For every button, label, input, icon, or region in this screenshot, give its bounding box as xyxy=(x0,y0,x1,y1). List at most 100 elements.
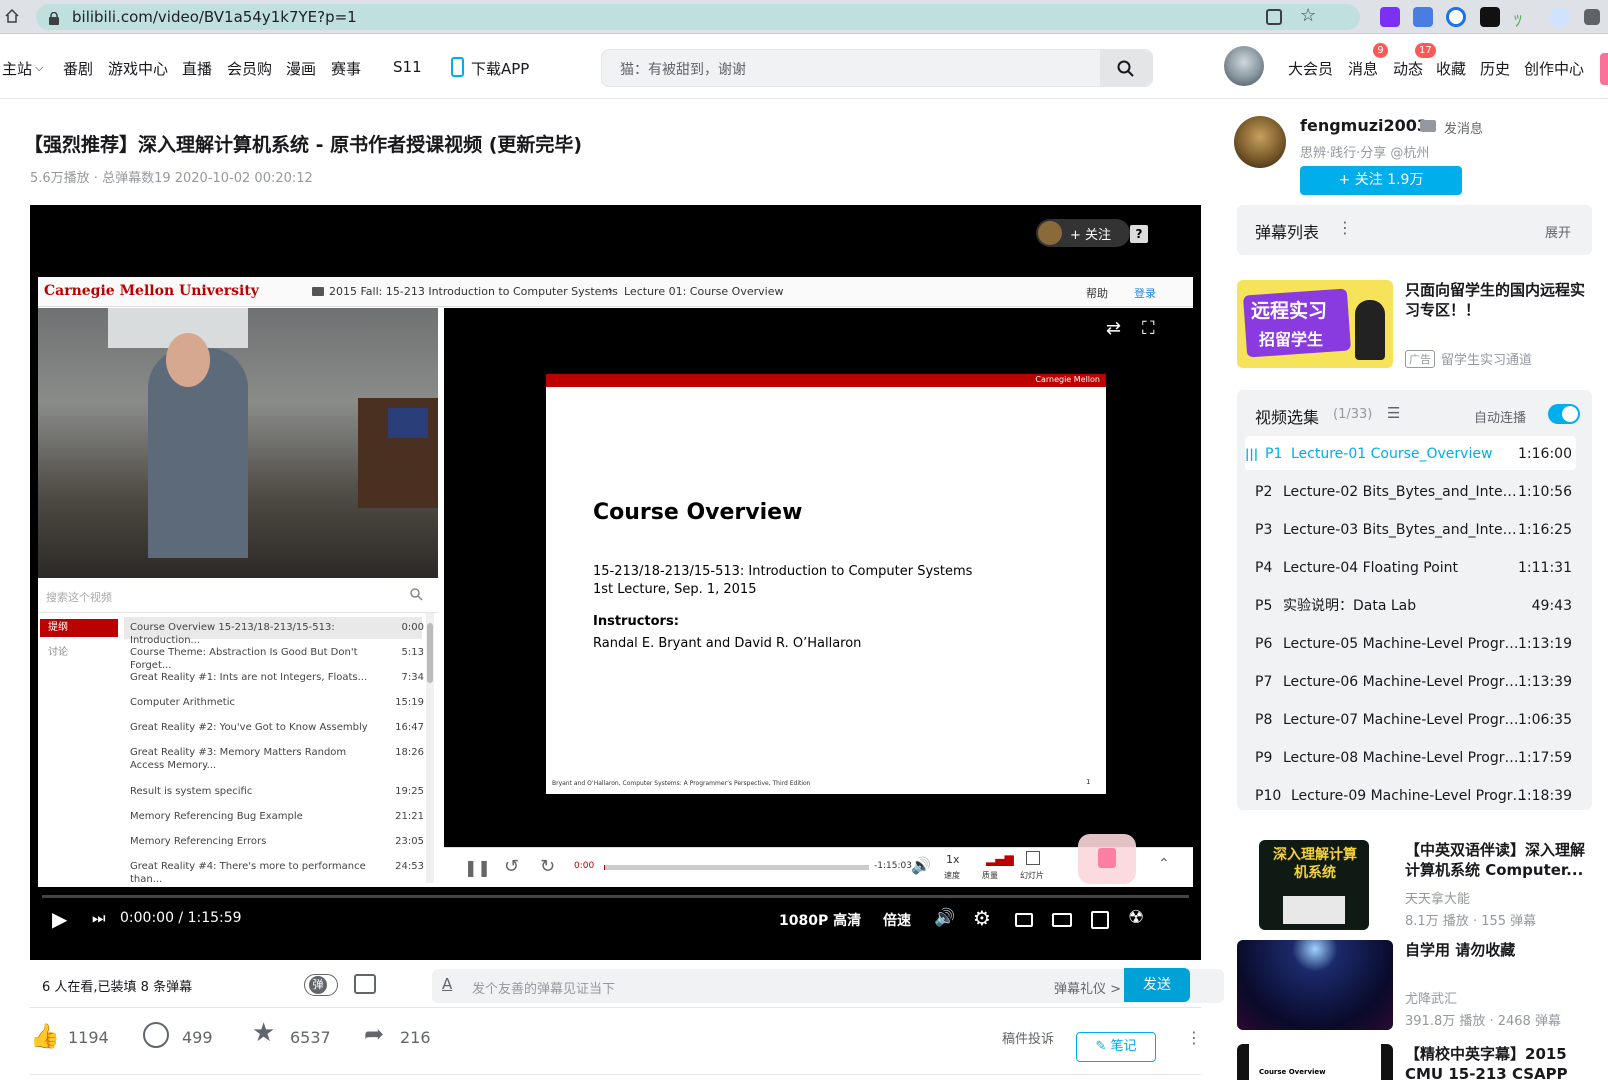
episode-item[interactable]: ||| P1 Lecture-01 Course_Overview 1:16:00 xyxy=(1245,436,1582,472)
nav-history[interactable]: 历史 xyxy=(1480,58,1510,79)
nav-item-mall[interactable]: 会员购 xyxy=(227,58,272,79)
ad-card[interactable]: 远程实习 招留学生 只面向留学生的国内远程实习专区！！ 广告 留学生实习通道 xyxy=(1237,280,1592,380)
address-bar[interactable]: bilibili.com/video/BV1a54y1k7YE?p=1 ☆ xyxy=(36,4,1360,30)
episode-item[interactable]: P8 Lecture-07 Machine-Level Program... 1:0… xyxy=(1247,702,1582,738)
extension-icon[interactable]: ﾂ xyxy=(1514,7,1534,30)
recommendation-card[interactable]: Course Overview 【精校中英字幕】2015 CMU 15-213 … xyxy=(1237,1044,1592,1080)
danmaku-toggle[interactable]: 弹 xyxy=(304,974,338,996)
episode-item[interactable]: P2 Lecture-02 Bits_Bytes_and_Integers 1:10… xyxy=(1247,474,1582,510)
danmaku-input[interactable]: 发个友善的弹幕见证当下 xyxy=(472,978,615,997)
uploader-name[interactable]: fengmuzi2003 xyxy=(1300,116,1428,135)
episode-item[interactable]: P5 实验说明：Data Lab 49:43 xyxy=(1247,588,1582,624)
volume-icon[interactable]: 🔊 xyxy=(934,908,955,928)
upload-button[interactable] xyxy=(1600,53,1608,85)
index-item[interactable]: Memory Referencing Errors 23:05 xyxy=(130,835,430,848)
extension-icon[interactable] xyxy=(1550,7,1570,27)
danmaku-settings-icon[interactable] xyxy=(354,974,376,994)
more-vertical-icon[interactable]: ⋮ xyxy=(1337,218,1353,237)
nav-download-app[interactable]: 下载APP xyxy=(471,58,529,79)
nav-item-s11[interactable]: S11 xyxy=(393,58,422,76)
next-episode-icon[interactable]: ⏭ xyxy=(92,909,106,927)
login-link[interactable]: 登录 xyxy=(1134,285,1156,301)
nav-creator-center[interactable]: 创作中心 xyxy=(1524,58,1584,79)
follow-button[interactable]: + 关注 1.9万 xyxy=(1300,166,1462,195)
speed-selector[interactable]: 倍速 xyxy=(883,910,911,930)
help-icon[interactable]: ? xyxy=(1130,225,1148,243)
pause-icon[interactable]: ❚❚ xyxy=(464,858,491,877)
autoplay-toggle[interactable] xyxy=(1548,404,1580,424)
nav-home[interactable]: 主站 xyxy=(2,58,32,79)
danmaku-list-header[interactable]: 弹幕列表 ⋮ 展开 xyxy=(1237,205,1592,255)
widescreen-icon[interactable] xyxy=(1052,913,1072,927)
web-fullscreen-icon[interactable] xyxy=(1091,911,1109,929)
recommendation-card[interactable]: 深入理解计算机系统 【中英双语伴读】深入理解计算机系统 Computer... … xyxy=(1237,840,1592,930)
index-scrollbar[interactable] xyxy=(426,613,434,883)
nav-vip[interactable]: 大会员 xyxy=(1288,58,1333,79)
follow-chip[interactable]: + 关注 xyxy=(1036,219,1130,247)
slides-icon[interactable] xyxy=(1026,851,1040,865)
help-menu[interactable]: 帮助 xyxy=(1086,285,1108,301)
extension-icon[interactable] xyxy=(1380,7,1400,27)
index-item[interactable]: Computer Arithmetic 15:19 xyxy=(130,696,430,709)
index-item[interactable]: Great Reality #3: Memory Matters Random … xyxy=(130,746,430,772)
favorite-star-icon[interactable]: ★ xyxy=(252,1018,275,1048)
send-message-link[interactable]: 发消息 xyxy=(1444,118,1483,137)
more-options-icon[interactable]: ⋮ xyxy=(1186,1028,1202,1047)
quality-selector[interactable]: 1080P 高清 xyxy=(779,910,861,930)
recommendation-author[interactable]: 天天拿大能 xyxy=(1405,888,1470,907)
index-search-input[interactable]: 搜索这个视频 xyxy=(46,589,112,605)
nav-favorites[interactable]: 收藏 xyxy=(1436,58,1466,79)
nav-item-game[interactable]: 游戏中心 xyxy=(108,58,168,79)
episode-item[interactable]: P6 Lecture-05 Machine-Level Programm...1:… xyxy=(1247,626,1582,662)
video-player[interactable]: + 关注 ? Carnegie Mellon University 2015 F… xyxy=(30,205,1201,960)
lecture-seek-bar[interactable] xyxy=(604,865,869,870)
tab-discussion[interactable]: 讨论 xyxy=(48,643,68,658)
episode-item[interactable]: P3 Lecture-03 Bits_Bytes_and_Integers (..… xyxy=(1247,512,1582,548)
search-button[interactable] xyxy=(1100,50,1152,86)
episode-item[interactable]: P7 Lecture-06 Machine-Level Programm...1:… xyxy=(1247,664,1582,700)
note-button[interactable]: ✎ 笔记 xyxy=(1076,1032,1156,1062)
index-item[interactable]: Great Reality #4: There's more to perfor… xyxy=(130,860,430,886)
episode-item[interactable]: P10 Lecture-09 Machine-Level Program... 1:… xyxy=(1247,778,1582,810)
index-item[interactable]: Great Reality #1: Ints are not Integers,… xyxy=(130,671,430,684)
nav-item-live[interactable]: 直播 xyxy=(182,58,212,79)
share-icon[interactable]: ➦ xyxy=(364,1020,384,1048)
nav-item-bangumi[interactable]: 番剧 xyxy=(63,58,93,79)
index-item[interactable]: Course Overview 15-213/18-213/15-513: In… xyxy=(130,621,430,647)
index-item[interactable]: Great Reality #2: You've Got to Know Ass… xyxy=(130,721,430,734)
ad-title[interactable]: 只面向留学生的国内远程实习专区！！ xyxy=(1405,280,1595,320)
fullscreen-icon[interactable]: ☢ xyxy=(1128,907,1144,928)
font-style-icon[interactable]: A xyxy=(442,975,452,993)
recommendation-title[interactable]: 自学用 请勿收藏 xyxy=(1405,940,1593,960)
coin-icon[interactable] xyxy=(143,1022,169,1048)
progress-bar[interactable] xyxy=(42,895,1189,898)
signal-icon[interactable]: ▂▄▆ xyxy=(986,852,1014,866)
list-view-icon[interactable]: ☰ xyxy=(1387,404,1400,422)
episode-item[interactable]: P4 Lecture-04 Floating Point 1:11:31 xyxy=(1247,550,1582,586)
course-breadcrumb[interactable]: 2015 Fall: 15-213 Introduction to Comput… xyxy=(329,285,618,298)
mail-icon[interactable] xyxy=(1420,120,1436,132)
puzzle-icon[interactable] xyxy=(1584,9,1600,25)
recommendation-author[interactable]: 尤降武汇 xyxy=(1405,988,1457,1007)
swap-icon[interactable]: ⇄ xyxy=(1106,318,1121,339)
send-danmaku-button[interactable]: 发送 xyxy=(1124,968,1190,1002)
search-input[interactable]: 猫：有被甜到，谢谢 xyxy=(620,59,746,79)
volume-icon[interactable]: 🔊 xyxy=(911,856,931,875)
index-item[interactable]: Memory Referencing Bug Example 21:21 xyxy=(130,810,430,823)
chevron-up-icon[interactable]: ⌃ xyxy=(1158,856,1170,872)
forward-10-icon[interactable]: ↻ xyxy=(540,856,555,877)
home-icon[interactable] xyxy=(4,8,20,24)
tab-grid-icon[interactable] xyxy=(1266,9,1282,25)
speed-value[interactable]: 1x xyxy=(946,853,960,866)
user-avatar[interactable] xyxy=(1224,46,1264,86)
settings-gear-icon[interactable]: ⚙ xyxy=(973,906,991,930)
tv-mascot-icon[interactable] xyxy=(1078,834,1136,884)
index-item[interactable]: Course Theme: Abstraction Is Good But Do… xyxy=(130,646,430,672)
episode-item[interactable]: P9 Lecture-08 Machine-Level Programm...1:… xyxy=(1247,740,1582,776)
bookmark-star-icon[interactable]: ☆ xyxy=(1300,5,1316,26)
nav-dynamics[interactable]: 动态 xyxy=(1393,58,1423,79)
nav-item-manga[interactable]: 漫画 xyxy=(286,58,316,79)
index-item[interactable]: Result is system specific 19:25 xyxy=(130,785,430,798)
translate-icon[interactable] xyxy=(1413,7,1433,27)
nav-messages[interactable]: 消息 xyxy=(1348,58,1378,79)
